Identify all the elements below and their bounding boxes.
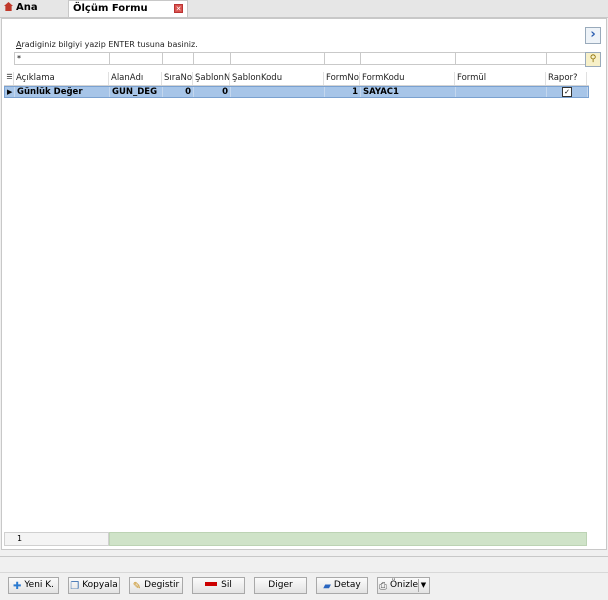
chevron-right-icon[interactable]: › <box>585 27 601 44</box>
cell-sablonno[interactable]: 0 <box>194 87 231 97</box>
filter-cell-formno[interactable] <box>324 52 360 65</box>
col-formul[interactable]: Formül <box>455 72 546 85</box>
col-aciklama[interactable]: Açıklama <box>14 72 109 85</box>
filter-cell-sirano[interactable] <box>162 52 193 65</box>
main-panel: Aradiginiz bilgiyi yazip ENTER tusuna ba… <box>1 18 607 550</box>
copy-icon: ❐ <box>70 581 80 592</box>
other-button[interactable]: Diger <box>254 577 307 594</box>
col-sablonkodu[interactable]: ŞablonKodu <box>230 72 324 85</box>
grid-header: ☰ Açıklama AlanAdı SıraNo ŞablonN Şablon… <box>4 72 589 86</box>
col-formkodu[interactable]: FormKodu <box>360 72 455 85</box>
filter-row: * <box>14 52 587 65</box>
cell-rapor[interactable]: ✓ <box>547 87 588 97</box>
grid-footer: 1 <box>4 532 587 546</box>
rapor-checkbox[interactable]: ✓ <box>562 87 572 97</box>
cell-formul[interactable] <box>456 87 547 97</box>
filter-cell-formkodu[interactable] <box>360 52 455 65</box>
printer-icon: ⎙ <box>378 581 387 592</box>
data-grid: ☰ Açıklama AlanAdı SıraNo ŞablonN Şablon… <box>4 72 589 98</box>
pencil-icon: ✎ <box>132 581 142 592</box>
delete-icon <box>205 582 218 586</box>
search-hint: Aradiginiz bilgiyi yazip ENTER tusuna ba… <box>16 40 198 49</box>
separator <box>0 556 608 571</box>
row-indicator-icon: ▶ <box>5 87 15 97</box>
chevron-down-icon[interactable]: ▼ <box>418 579 428 592</box>
col-sirano[interactable]: SıraNo <box>162 72 193 85</box>
delete-button[interactable]: Sil <box>192 577 245 594</box>
cell-sirano[interactable]: 0 <box>163 87 194 97</box>
folder-icon: ▰ <box>323 581 331 592</box>
action-toolbar: ✚ Yeni K. ❐ Kopyala ✎ Degistir Sil Diger ▰ D… <box>0 572 608 600</box>
detail-button[interactable]: ▰ Detay <box>316 577 368 594</box>
cell-aciklama[interactable]: Günlük Değer <box>15 87 110 97</box>
cell-formno[interactable]: 1 <box>325 87 361 97</box>
filter-cell-sablonkodu[interactable] <box>230 52 324 65</box>
edit-button[interactable]: ✎ Degistir <box>129 577 183 594</box>
filter-cell-formul[interactable] <box>455 52 546 65</box>
tab-olcum-formu-alanlari[interactable]: Ölçüm Formu Alanları ✕ <box>68 0 188 30</box>
new-record-button[interactable]: ✚ Yeni K. <box>8 577 59 594</box>
filter-icon[interactable]: ⚲ <box>585 52 601 67</box>
footer-summary-bar <box>109 532 587 546</box>
filter-cell-rapor[interactable] <box>546 52 587 65</box>
column-chooser-icon[interactable]: ☰ <box>4 72 14 85</box>
cell-formkodu[interactable]: SAYAC1 <box>361 87 456 97</box>
col-alanadi[interactable]: AlanAdı <box>109 72 162 85</box>
record-count: 1 <box>4 532 109 546</box>
filter-cell-alanadi[interactable] <box>109 52 162 65</box>
tab-ana-ekran[interactable]: Ana Ekran <box>2 0 66 29</box>
table-row[interactable]: ▶ Günlük Değer GUN_DEG 0 0 1 SAYAC1 ✓ <box>4 86 589 98</box>
cell-sablonkodu[interactable] <box>231 87 325 97</box>
close-icon[interactable]: ✕ <box>174 4 183 13</box>
col-formno[interactable]: FormNo <box>324 72 360 85</box>
tab-bar: Ana Ekran Ölçüm Formu Alanları ✕ <box>0 0 608 30</box>
plus-icon: ✚ <box>12 581 22 592</box>
home-icon <box>4 2 13 11</box>
cell-alanadi[interactable]: GUN_DEG <box>110 87 163 97</box>
preview-button[interactable]: ⎙ Önizle ▼ <box>377 577 430 594</box>
filter-cell-aciklama[interactable]: * <box>14 52 109 65</box>
copy-button[interactable]: ❐ Kopyala <box>68 577 120 594</box>
col-sablonno[interactable]: ŞablonN <box>193 72 230 85</box>
col-rapor[interactable]: Rapor? <box>546 72 587 85</box>
filter-cell-sablonno[interactable] <box>193 52 230 65</box>
